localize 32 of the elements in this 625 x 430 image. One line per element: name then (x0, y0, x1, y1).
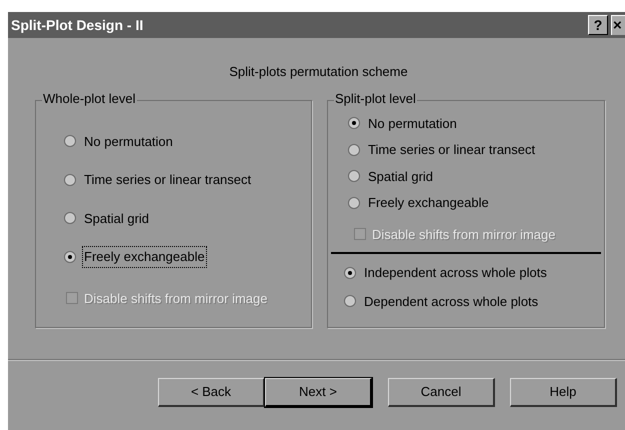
help-button[interactable]: ? (588, 15, 608, 35)
radio-button[interactable] (64, 212, 76, 224)
dialog-button[interactable]: < Back (158, 378, 265, 406)
option-label: Freely exchangeable (367, 194, 490, 212)
radio-button[interactable] (64, 135, 76, 148)
checkbox-label: Disable shifts from mirror image (84, 290, 268, 308)
radio-button[interactable] (348, 144, 360, 156)
radio-button[interactable] (64, 174, 76, 186)
close-button[interactable]: × (611, 15, 625, 35)
dialog-button[interactable]: Cancel (388, 378, 495, 406)
option-label: Independent across whole plots (363, 264, 548, 282)
option-label: Dependent across whole plots (363, 292, 540, 311)
radio-button[interactable] (348, 170, 360, 182)
scheme-heading: Split-plots permutation scheme (229, 63, 408, 81)
radio-button[interactable] (348, 196, 360, 209)
dialog-button[interactable]: Help (510, 378, 617, 406)
option-label: Freely exchangeable (82, 246, 207, 268)
checkbox-label: Disable shifts from mirror image (372, 226, 556, 244)
group-title: Split-plot level (334, 92, 417, 104)
dialog-button[interactable]: Next > (265, 378, 372, 406)
option-label: Spatial grid (83, 210, 150, 228)
option-label: Time series or linear transect (367, 141, 536, 159)
option-label: No permutation (367, 114, 458, 133)
group-title: Whole-plot level (42, 92, 136, 104)
window-title: Split-Plot Design - II (11, 16, 144, 35)
radio-button[interactable] (64, 250, 76, 263)
radio-button[interactable] (344, 295, 356, 308)
option-label: Spatial grid (367, 168, 434, 186)
radio-button[interactable] (348, 117, 360, 130)
option-label: Time series or linear transect (83, 171, 252, 189)
option-label: No permutation (83, 132, 174, 151)
radio-button[interactable] (344, 266, 356, 279)
